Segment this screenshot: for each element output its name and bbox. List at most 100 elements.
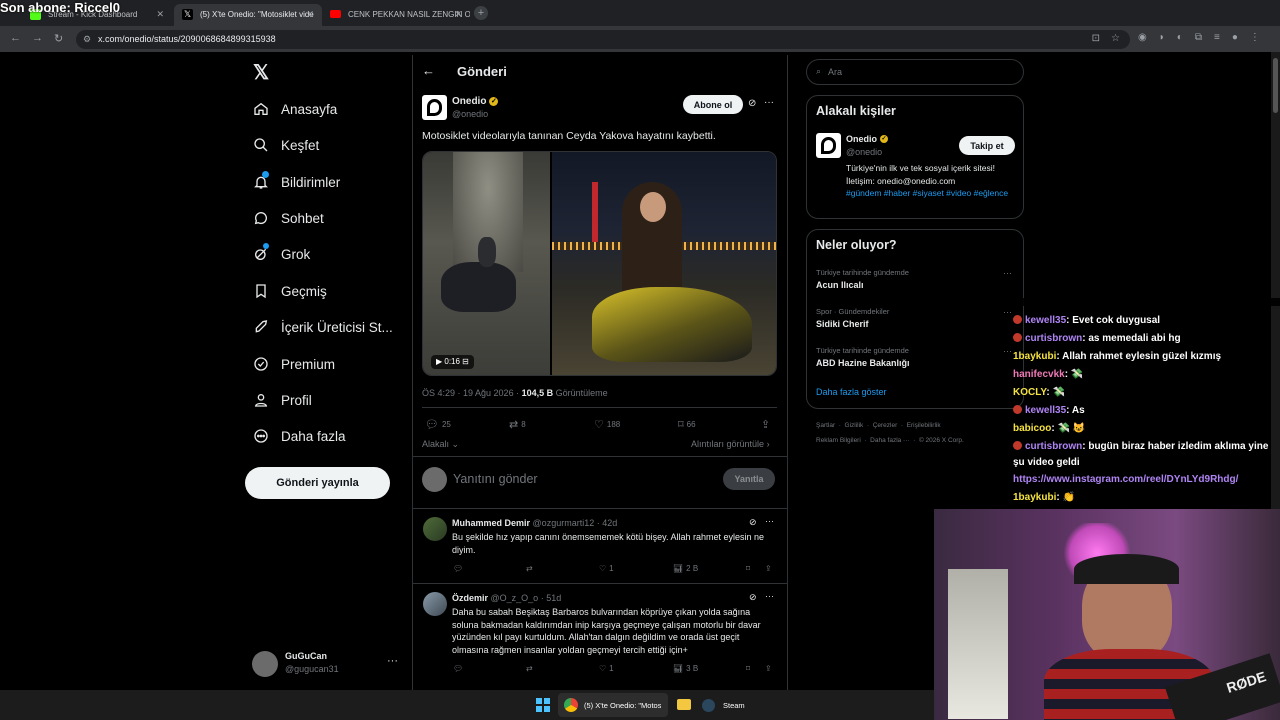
views-action[interactable]: 📊︎ 2 B bbox=[673, 564, 698, 573]
show-more-link[interactable]: Daha fazla göster bbox=[816, 387, 887, 397]
more-icon[interactable]: ··· bbox=[765, 516, 774, 526]
sort-dropdown[interactable]: Alakalı ⌄ bbox=[422, 439, 459, 450]
page-title: Gönderi bbox=[457, 64, 507, 79]
sidebar-item-bookmarks[interactable]: Geçmiş bbox=[252, 279, 327, 303]
view-quotes-link[interactable]: Alıntıları görüntüle › bbox=[691, 439, 770, 449]
post-media[interactable]: ▶ 0:16 ⊟ bbox=[422, 151, 777, 376]
search-input[interactable]: ⌕ Ara bbox=[806, 59, 1024, 85]
more-icon[interactable]: ··· bbox=[764, 97, 774, 108]
person-name[interactable]: Onedio ✓ bbox=[846, 134, 888, 144]
tab-search-icon[interactable]: ≡ bbox=[1214, 32, 1220, 43]
sidebar-item-label: Grok bbox=[281, 246, 311, 262]
trend-item[interactable]: Türkiye tarihinde gündemde Acun Ilıcalı … bbox=[807, 264, 1023, 302]
trend-item[interactable]: Türkiye tarihinde gündemde ABD Hazine Ba… bbox=[807, 342, 1023, 380]
reply-item[interactable]: Özdemir @O_z_O_o · 51d ⊘ ··· Daha bu sab… bbox=[413, 584, 787, 684]
back-icon[interactable]: ← bbox=[10, 32, 21, 44]
reply-icon[interactable]: 💬︎ bbox=[453, 564, 463, 573]
like-action[interactable]: ♡ 1 bbox=[599, 664, 614, 673]
puzzle-icon[interactable]: ⧉ bbox=[1195, 32, 1202, 43]
close-tab-icon[interactable]: ✕ bbox=[156, 9, 164, 20]
install-icon[interactable]: ⊡ bbox=[1092, 33, 1100, 44]
footer-links[interactable]: Reklam Bilgileri · Daha fazla ··· · © 20… bbox=[816, 437, 964, 444]
more-icon[interactable]: ··· bbox=[1003, 346, 1012, 356]
share-action[interactable]: ⇪ bbox=[761, 418, 770, 431]
sidebar-item-notifications[interactable]: Bildirimler bbox=[252, 170, 340, 194]
site-info-icon[interactable]: ⚙ bbox=[83, 34, 91, 45]
avatar[interactable] bbox=[422, 95, 447, 120]
account-switcher[interactable]: GuGuCan @gugucan31 ··· bbox=[252, 649, 402, 679]
like-action[interactable]: ♡ 188 bbox=[594, 418, 620, 431]
views-action[interactable]: 📊︎ 3 B bbox=[673, 664, 698, 673]
repost-icon[interactable]: ⇄ bbox=[526, 564, 533, 573]
reply-button[interactable]: Yanıtla bbox=[723, 468, 775, 490]
back-arrow-icon[interactable]: ← bbox=[422, 63, 435, 78]
sidebar-item-chat[interactable]: Sohbet bbox=[252, 206, 324, 230]
x-logo-icon[interactable]: 𝕏 bbox=[253, 60, 269, 85]
new-tab-button[interactable]: + bbox=[474, 6, 488, 20]
share-icon[interactable]: ⇪ bbox=[765, 564, 772, 573]
sidebar-item-home[interactable]: Anasayfa bbox=[252, 97, 337, 121]
avatar[interactable] bbox=[816, 133, 841, 158]
chat-text: : bugün biraz haber izledim aklıma yine bbox=[1082, 441, 1269, 452]
extension-icon[interactable]: ◗ bbox=[1159, 32, 1165, 43]
follow-button[interactable]: Abone ol bbox=[683, 95, 743, 114]
bookmark-icon[interactable]: ⌑ bbox=[746, 564, 750, 573]
close-tab-icon[interactable]: ✕ bbox=[454, 9, 462, 20]
grok-post-icon[interactable]: ⊘ bbox=[748, 98, 756, 109]
grok-post-icon[interactable]: ⊘ bbox=[749, 592, 757, 603]
share-icon[interactable]: ⇪ bbox=[765, 664, 772, 673]
reply-input[interactable]: Yanıtını gönder bbox=[453, 472, 538, 486]
sidebar-item-profile[interactable]: Profil bbox=[252, 388, 312, 412]
bookmark-icon[interactable]: ⌑ bbox=[746, 664, 750, 673]
like-action[interactable]: ♡ 1 bbox=[599, 564, 614, 573]
star-icon[interactable]: ☆ bbox=[1111, 33, 1120, 44]
reply-item[interactable]: Muhammed Demir @ozgurmarti12 · 42d ⊘ ···… bbox=[413, 509, 787, 583]
windows-start-icon[interactable] bbox=[536, 698, 550, 712]
profile-avatar-icon[interactable]: ● bbox=[1232, 32, 1238, 43]
page-scrollbar[interactable] bbox=[1271, 52, 1280, 512]
account-name: GuGuCan bbox=[285, 651, 327, 661]
repost-action[interactable]: ⇄ 8 bbox=[509, 418, 526, 431]
address-bar[interactable]: ⚙ x.com/onedio/status/209006868489931593… bbox=[76, 30, 1130, 49]
tab-x-onedio[interactable]: 𝕏 (5) X'te Onedio: "Motosiklet vide ✕ bbox=[174, 4, 322, 26]
motorcycle-shape bbox=[441, 262, 516, 312]
sidebar-item-more[interactable]: Daha fazla bbox=[252, 424, 346, 448]
extensions-area: ◉ ◗ ◐ ⧉ ≡ ● ⋮ bbox=[1138, 32, 1260, 43]
sidebar-item-grok[interactable]: Grok bbox=[252, 242, 310, 266]
post-button[interactable]: Gönderi yayınla bbox=[245, 467, 390, 499]
sidebar-item-creator-studio[interactable]: İçerik Üreticisi St... bbox=[252, 315, 393, 339]
photo-thumbnail[interactable] bbox=[552, 152, 776, 375]
more-icon[interactable]: ··· bbox=[1003, 268, 1012, 278]
video-thumbnail[interactable]: ▶ 0:16 ⊟ bbox=[423, 152, 550, 375]
reply-icon[interactable]: 💬︎ bbox=[453, 664, 463, 673]
footer-links[interactable]: Şartlar · Gizlilik · Çerezler · Erişileb… bbox=[816, 422, 941, 429]
post-author[interactable]: Onedio ✓ bbox=[452, 96, 499, 107]
search-icon bbox=[252, 136, 270, 154]
scrollbar-thumb[interactable] bbox=[1273, 58, 1278, 113]
taskbar-chrome-window[interactable]: (5) X'te Onedio: "Motos bbox=[558, 693, 668, 717]
taskbar-steam-window[interactable]: Steam bbox=[702, 693, 762, 717]
repost-icon[interactable]: ⇄ bbox=[526, 664, 533, 673]
more-circle-icon bbox=[252, 427, 270, 445]
chat-text: : Allah rahmet eylesin güzel kızmış bbox=[1056, 351, 1222, 362]
extension-icon[interactable]: ◐ bbox=[1177, 32, 1183, 43]
grok-post-icon[interactable]: ⊘ bbox=[749, 517, 757, 528]
forward-icon[interactable]: → bbox=[32, 32, 43, 44]
follow-button[interactable]: Takip et bbox=[959, 136, 1015, 155]
folder-icon[interactable] bbox=[677, 699, 691, 710]
reply-action[interactable]: 💬︎ 25 bbox=[425, 418, 451, 431]
close-tab-icon[interactable]: ✕ bbox=[306, 9, 314, 20]
more-icon[interactable]: ··· bbox=[387, 655, 398, 667]
more-icon[interactable]: ··· bbox=[765, 591, 774, 601]
more-icon[interactable]: ··· bbox=[1003, 307, 1012, 317]
bookmark-action[interactable]: ⌑ 66 bbox=[678, 418, 696, 431]
extension-icon[interactable]: ◉ bbox=[1138, 32, 1147, 43]
reload-icon[interactable]: ↻ bbox=[54, 32, 63, 45]
tab-youtube[interactable]: CENK PEKKAN NASIL ZENGIN O ✕ bbox=[322, 4, 470, 26]
person-hashtags[interactable]: #gündem #haber #siyaset #video #eğlence bbox=[846, 187, 1016, 200]
trend-item[interactable]: Spor · Gündemdekiler Sidiki Cherif ··· bbox=[807, 303, 1023, 341]
chat-link[interactable]: https://www.instagram.com/reel/DYnLYd9Rh… bbox=[1013, 474, 1238, 485]
menu-icon[interactable]: ⋮ bbox=[1250, 32, 1260, 43]
sidebar-item-premium[interactable]: Premium bbox=[252, 352, 335, 376]
sidebar-item-explore[interactable]: Keşfet bbox=[252, 133, 319, 157]
